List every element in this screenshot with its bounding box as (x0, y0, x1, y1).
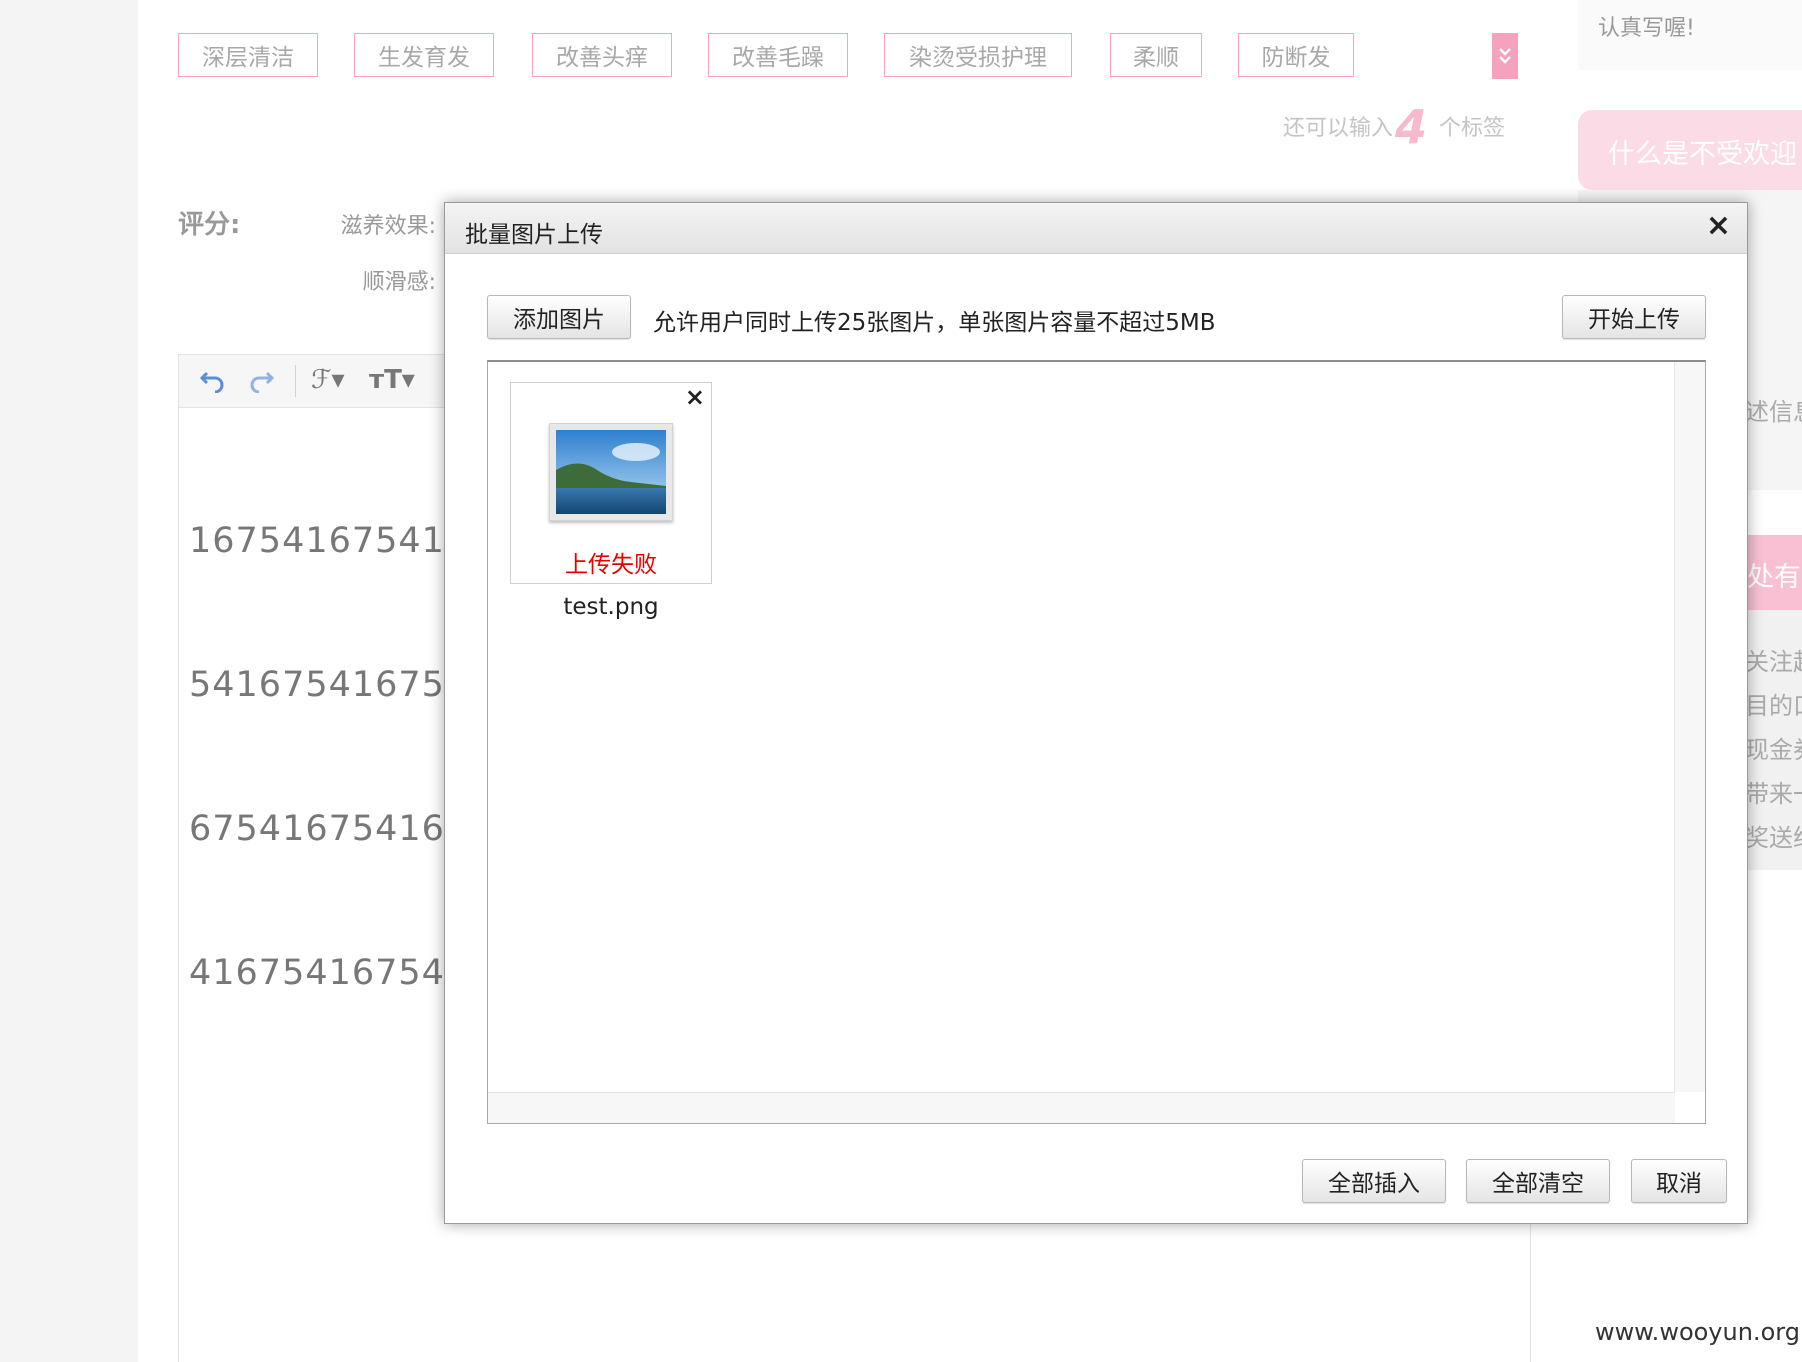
rating-label: 评分: (178, 210, 241, 240)
sidebar-banner-2[interactable]: 处有 (1745, 535, 1802, 610)
tag-smooth[interactable]: 柔顺 (1110, 33, 1202, 77)
tag-hair-growth[interactable]: 生发育发 (354, 33, 494, 77)
horizontal-scrollbar[interactable] (488, 1092, 1675, 1123)
tags-remaining: 还可以输入4 个标签 (1283, 92, 1506, 154)
cancel-button[interactable]: 取消 (1631, 1159, 1727, 1203)
tag-itch-relief[interactable]: 改善头痒 (532, 33, 672, 77)
rating-nourish-label: 滋养效果: (340, 214, 436, 239)
dialog-title: 批量图片上传 (465, 222, 603, 248)
sidebar-line: 带来一 (1745, 780, 1802, 808)
font-family-button[interactable]: ℱ▾ (311, 365, 345, 395)
start-upload-button[interactable]: 开始上传 (1562, 295, 1706, 339)
editor-content[interactable]: 167541675416 541675416754 675416754167 4… (189, 421, 468, 1093)
file-name: test.png (563, 594, 659, 620)
upload-hint: 允许用户同时上传25张图片，单张图片容量不超过5MB (653, 310, 1216, 336)
undo-icon[interactable] (199, 365, 227, 400)
left-gutter (0, 0, 138, 1362)
sidebar-banner[interactable]: 什么是不受欢迎 (1578, 110, 1802, 190)
vertical-scrollbar[interactable] (1674, 362, 1705, 1092)
sidebar-line: 关注起 (1745, 648, 1802, 676)
close-icon[interactable]: × (685, 385, 705, 409)
sidebar-note: 认真写喔! (1578, 0, 1802, 70)
watermark: www.wooyun.org (1595, 1318, 1800, 1346)
toolbar-separator (295, 365, 296, 397)
tags-remaining-suffix: 个标签 (1439, 116, 1506, 141)
sidebar-line: 现金券 (1745, 736, 1802, 764)
editor-line: 675416754167 (189, 809, 469, 849)
insert-all-button[interactable]: 全部插入 (1302, 1159, 1446, 1203)
image-file-icon (549, 423, 673, 521)
editor-line: 167541675416 (189, 521, 469, 561)
tags-remaining-count: 4 (1395, 100, 1428, 154)
tag-damage-care[interactable]: 染烫受损护理 (884, 33, 1072, 77)
file-list-area: × 上传失败 test.png (487, 360, 1706, 1124)
dialog-header: 批量图片上传 × (445, 203, 1747, 254)
sidebar-line: 奖送给 (1745, 824, 1802, 852)
tag-anti-break[interactable]: 防断发 (1238, 33, 1354, 77)
sidebar-desc: 述信息 (1745, 398, 1802, 426)
redo-icon[interactable] (247, 365, 275, 400)
font-size-button[interactable]: ᴛT▾ (369, 365, 415, 395)
editor-line: 541675416754 (189, 665, 469, 705)
close-icon[interactable]: × (1706, 211, 1731, 241)
double-chevron-down-icon[interactable] (1492, 33, 1518, 79)
batch-upload-dialog: 批量图片上传 × 添加图片 允许用户同时上传25张图片，单张图片容量不超过5MB… (444, 202, 1748, 1224)
sidebar-line: 目的口 (1745, 692, 1802, 720)
clear-all-button[interactable]: 全部清空 (1466, 1159, 1610, 1203)
tag-deep-clean[interactable]: 深层清洁 (178, 33, 318, 77)
rating-smooth-label: 顺滑感: (362, 270, 436, 295)
upload-status: 上传失败 (565, 552, 657, 578)
add-image-button[interactable]: 添加图片 (487, 295, 631, 339)
tags-remaining-prefix: 还可以输入 (1283, 116, 1394, 141)
tag-frizz[interactable]: 改善毛躁 (708, 33, 848, 77)
editor-line: 416754167541 (189, 953, 469, 993)
file-card[interactable]: × 上传失败 (510, 382, 712, 584)
